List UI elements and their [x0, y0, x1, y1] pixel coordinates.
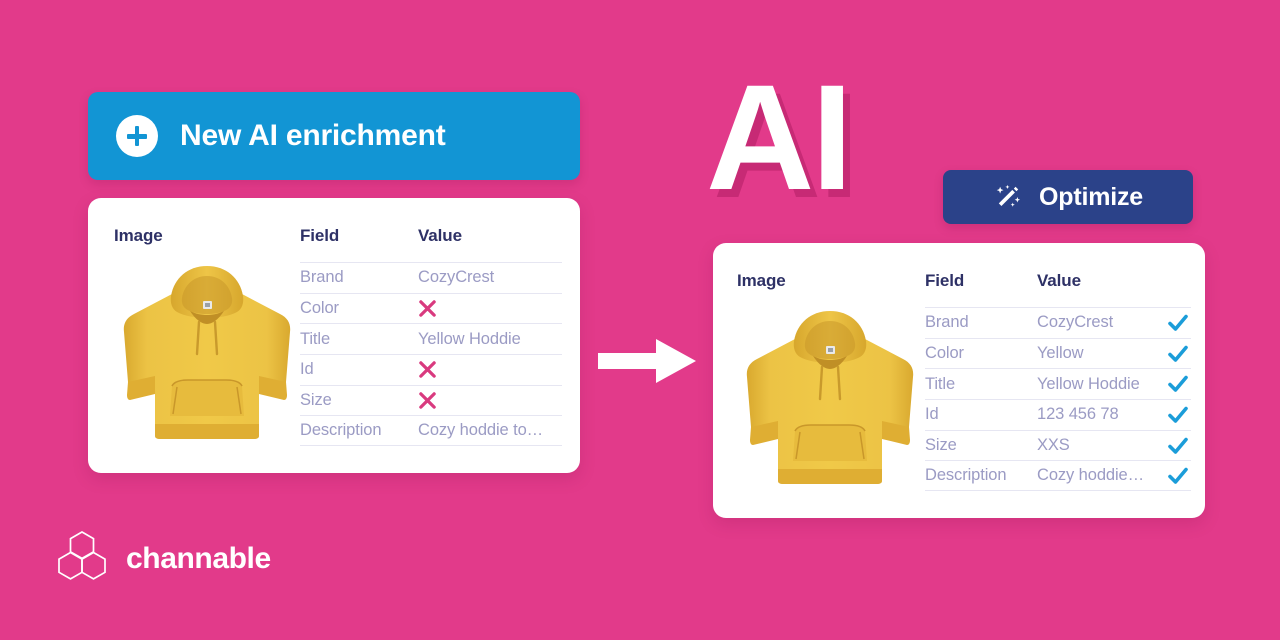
magic-wand-icon [996, 184, 1021, 207]
field-name: Title [925, 374, 956, 393]
table-row: Description Cozy hoddie to… [300, 415, 562, 447]
plus-circle-icon [116, 115, 158, 157]
valid-value-check-icon [1165, 373, 1191, 395]
field-value: Yellow [1037, 344, 1084, 363]
field-value: CozyCrest [418, 268, 495, 287]
before-table-header: Field Value [300, 226, 562, 262]
yellow-hoodie-image [737, 299, 923, 495]
after-field-table: Field Value Brand CozyCrest Color Yellow [925, 243, 1205, 518]
valid-value-check-icon [1165, 312, 1191, 334]
after-header-field: Field [925, 271, 965, 290]
field-value [418, 299, 562, 318]
field-value: Yellow Hoddie [418, 329, 521, 348]
table-row: Title Yellow Hoddie [300, 323, 562, 354]
field-value: 123 456 78 [1037, 405, 1119, 424]
missing-value-cross-icon [419, 361, 436, 379]
valid-value-check-icon [1165, 343, 1191, 365]
field-value: Cozy hoddie… [1037, 466, 1145, 485]
table-row: Brand CozyCrest [925, 307, 1191, 338]
valid-value-check-icon [1165, 465, 1191, 487]
field-name: Description [925, 466, 1007, 485]
field-name: Size [925, 436, 957, 455]
after-header-value: Value [1037, 271, 1081, 290]
field-name: Size [300, 391, 332, 410]
banner-label: New AI enrichment [180, 119, 446, 152]
field-value: XXS [1037, 436, 1070, 455]
table-row: Id [300, 354, 562, 385]
after-image-header: Image [737, 271, 786, 290]
new-ai-enrichment-banner[interactable]: New AI enrichment [88, 92, 580, 180]
table-row: Color [300, 292, 562, 324]
before-header-field: Field [300, 226, 340, 245]
before-header-value: Value [418, 226, 462, 245]
field-value [418, 391, 562, 410]
before-field-table: Field Value Brand CozyCrest Color Title … [300, 198, 580, 473]
before-image-column: Image [88, 198, 300, 473]
arrow-right-icon [598, 337, 696, 385]
field-value [418, 360, 562, 379]
optimize-label: Optimize [1039, 182, 1143, 211]
channable-hexagon-logo [58, 531, 106, 580]
table-row: Size XXS [925, 429, 1191, 461]
before-image-header: Image [114, 226, 163, 245]
field-name: Color [300, 299, 339, 318]
optimize-button[interactable]: Optimize [943, 170, 1193, 224]
valid-value-check-icon [1165, 435, 1191, 457]
field-name: Color [925, 344, 964, 363]
channable-wordmark: channable [126, 542, 271, 575]
field-name: Id [925, 405, 939, 424]
table-row: Size [300, 384, 562, 416]
after-enrichment-card: Image Field Value Brand CozyCrest Color … [713, 243, 1205, 518]
table-row: Id 123 456 78 [925, 399, 1191, 430]
field-name: Brand [925, 313, 969, 332]
field-name: Description [300, 421, 382, 440]
poster-canvas: AI New AI enrichment Optimize Image Fiel… [0, 0, 1280, 640]
valid-value-check-icon [1165, 404, 1191, 426]
missing-value-cross-icon [419, 392, 436, 409]
field-name: Title [300, 329, 331, 348]
table-row: Title Yellow Hoddie [925, 368, 1191, 399]
field-value: Yellow Hoddie [1037, 374, 1140, 393]
ai-wordmark: AI [706, 53, 853, 221]
missing-value-cross-icon [419, 300, 436, 317]
after-table-header: Field Value [925, 271, 1191, 307]
channable-logo: channable [55, 530, 271, 588]
field-name: Brand [300, 268, 344, 287]
field-name: Id [300, 360, 314, 379]
table-row: Color Yellow [925, 337, 1191, 369]
field-value: CozyCrest [1037, 313, 1114, 332]
after-image-column: Image [713, 243, 925, 518]
table-row: Description Cozy hoddie… [925, 460, 1191, 492]
before-enrichment-card: Image Field Value Brand CozyCrest Color … [88, 198, 580, 473]
table-row: Brand CozyCrest [300, 262, 562, 293]
yellow-hoodie-image [114, 254, 300, 450]
field-value: Cozy hoddie to… [418, 421, 544, 440]
